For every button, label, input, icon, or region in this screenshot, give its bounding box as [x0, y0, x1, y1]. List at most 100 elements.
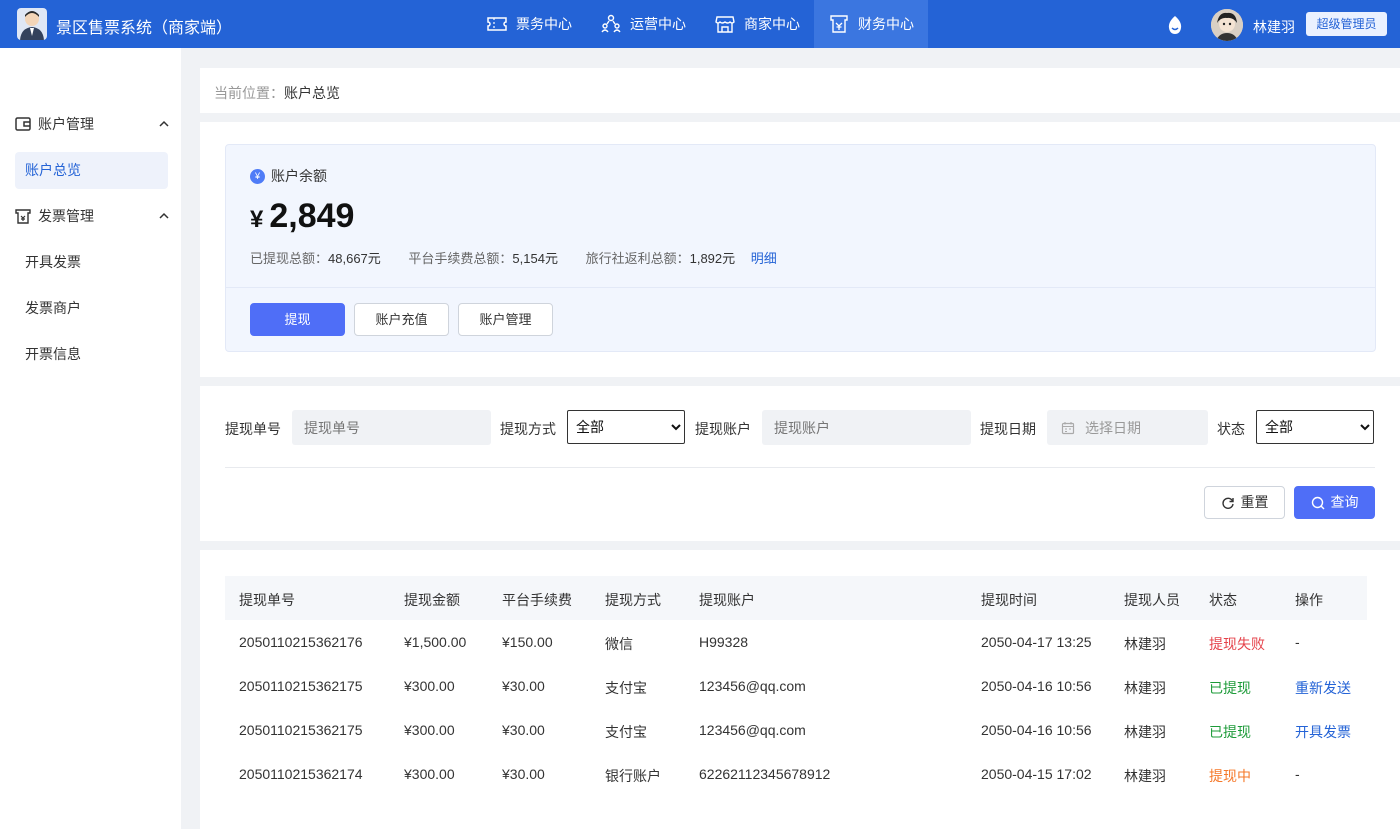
sidebar-item-invoice-info[interactable]: 开票信息 [15, 336, 168, 373]
cell-account: H99328 [699, 634, 749, 650]
rebate-value: 1,892元 [689, 251, 736, 266]
sidebar-item-issue-invoice[interactable]: 开具发票 [15, 244, 168, 281]
column-header: 提现人员 [1124, 592, 1180, 608]
recharge-button[interactable]: 账户充值 [354, 303, 449, 336]
cell-account: 62262112345678912 [699, 766, 831, 782]
cell-method: 微信 [605, 636, 633, 652]
cell-amount: ¥1,500.00 [404, 634, 467, 650]
table-header: 提现单号 提现金额 平台手续费 提现方式 提现账户 提现时间 提现人员 状态 操… [225, 576, 1367, 620]
balance-label: 账户余额 [271, 168, 327, 184]
balance-stats: 已提现总额：48,667元 平台手续费总额：5,154元 旅行社返利总额：1,8… [250, 248, 777, 267]
cell-order-no: 2050110215362175 [239, 678, 363, 694]
cell-order-no: 2050110215362176 [239, 634, 363, 650]
balance-panel: ¥ 账户余额 ¥2,849 已提现总额：48,667元 平台手续费总额：5,15… [225, 144, 1376, 352]
cell-time: 2050-04-15 17:02 [981, 766, 1092, 782]
withdraw-button[interactable]: 提现 [250, 303, 345, 336]
balance-value: 2,849 [269, 197, 355, 235]
balance-amount: ¥2,849 [250, 197, 354, 236]
order-no-label: 提现单号 [225, 421, 281, 437]
cell-operator: 林建羽 [1124, 636, 1166, 652]
date-picker[interactable]: 选择日期 [1047, 410, 1208, 445]
logo-icon [17, 8, 47, 40]
nav-ticket-center[interactable]: 票务中心 [472, 0, 586, 48]
balance-card: ¥ 账户余额 ¥2,849 已提现总额：48,667元 平台手续费总额：5,15… [200, 122, 1400, 377]
sidebar-group-label: 发票管理 [38, 208, 94, 224]
yen-icon: ¥ [250, 168, 265, 184]
account-label: 提现账户 [695, 421, 751, 437]
finance-icon [830, 15, 848, 33]
date-placeholder: 选择日期 [1085, 419, 1141, 436]
method-label: 提现方式 [500, 421, 556, 437]
status-label: 状态 [1217, 421, 1245, 437]
account-manage-button[interactable]: 账户管理 [458, 303, 553, 336]
top-bar: 景区售票系统（商家端） 票务中心 运营中心 商家中心 财务中心 林建羽 超级管理… [0, 0, 1400, 48]
breadcrumb-current: 账户总览 [284, 85, 340, 101]
column-header: 提现方式 [605, 592, 661, 608]
ticket-icon [487, 17, 507, 31]
notification-icon[interactable] [1164, 14, 1186, 36]
fee-label: 平台手续费总额： [408, 251, 513, 266]
column-header: 状态 [1209, 592, 1237, 608]
table-row: 2050110215362176 ¥1,500.00 ¥150.00 微信 H9… [225, 620, 1367, 664]
refresh-icon [1221, 497, 1234, 509]
cell-operator: 林建羽 [1124, 680, 1166, 696]
cell-fee: ¥30.00 [502, 722, 545, 738]
search-icon [1311, 496, 1324, 509]
column-header: 提现单号 [239, 592, 295, 608]
cell-account: 123456@qq.com [699, 722, 806, 738]
nav-merchant-center[interactable]: 商家中心 [700, 0, 814, 48]
cell-account: 123456@qq.com [699, 678, 806, 694]
reset-button[interactable]: 重置 [1204, 486, 1285, 519]
sidebar-group-invoice[interactable]: 发票管理 [14, 204, 174, 228]
filter-card: 提现单号 提现方式 全部 提现账户 提现日期 选择日期 状态 全部 重置 查询 [200, 386, 1400, 541]
sidebar-item-invoice-merchant[interactable]: 发票商户 [15, 290, 168, 327]
nav-finance-center[interactable]: 财务中心 [814, 0, 928, 48]
withdrawn-label: 已提现总额： [250, 251, 329, 266]
avatar[interactable] [1211, 9, 1243, 41]
detail-link[interactable]: 明细 [751, 251, 777, 266]
calendar-icon [1061, 421, 1075, 434]
table-row: 2050110215362175 ¥300.00 ¥30.00 支付宝 1234… [225, 664, 1367, 708]
people-icon [601, 14, 621, 33]
cell-method: 支付宝 [605, 724, 647, 740]
nav-label: 财务中心 [858, 16, 914, 32]
fee-total: 平台手续费总额：5,154元 [408, 251, 558, 266]
sidebar: 账户管理 账户总览 发票管理 开具发票 发票商户 开票信息 [0, 48, 181, 829]
issue-invoice-link[interactable]: 开具发票 [1295, 722, 1351, 742]
chevron-up-icon [159, 120, 169, 127]
cell-amount: ¥300.00 [404, 722, 455, 738]
column-header: 提现账户 [699, 592, 755, 608]
withdrawn-value: 48,667元 [328, 251, 381, 266]
cell-time: 2050-04-17 13:25 [981, 634, 1092, 650]
cell-time: 2050-04-16 10:56 [981, 678, 1092, 694]
query-label: 查询 [1330, 494, 1359, 510]
account-input[interactable] [762, 410, 971, 445]
cell-amount: ¥300.00 [404, 766, 455, 782]
query-button[interactable]: 查询 [1294, 486, 1375, 519]
nav-operations-center[interactable]: 运营中心 [586, 0, 700, 48]
status-select[interactable]: 全部 [1256, 410, 1374, 444]
cell-fee: ¥30.00 [502, 766, 545, 782]
method-select[interactable]: 全部 [567, 410, 685, 444]
sidebar-group-account[interactable]: 账户管理 [14, 112, 174, 136]
column-header: 操作 [1295, 592, 1323, 608]
balance-summary: ¥ 账户余额 ¥2,849 已提现总额：48,667元 平台手续费总额：5,15… [226, 145, 1375, 288]
withdraw-table-card: 提现单号 提现金额 平台手续费 提现方式 提现账户 提现时间 提现人员 状态 操… [200, 550, 1400, 829]
cell-operator: 林建羽 [1124, 724, 1166, 740]
sidebar-item-account-overview[interactable]: 账户总览 [15, 152, 168, 189]
status-badge: 提现失败 [1209, 636, 1265, 652]
cell-amount: ¥300.00 [404, 678, 455, 694]
top-nav: 票务中心 运营中心 商家中心 财务中心 [472, 0, 928, 48]
resend-link[interactable]: 重新发送 [1295, 678, 1351, 698]
nav-label: 商家中心 [744, 16, 800, 32]
cell-action: - [1295, 634, 1300, 650]
invoice-icon [15, 209, 31, 224]
user-name[interactable]: 林建羽 [1253, 17, 1295, 37]
status-badge: 已提现 [1209, 724, 1251, 740]
chevron-up-icon [159, 212, 169, 219]
order-no-input[interactable] [292, 410, 491, 445]
date-label: 提现日期 [980, 421, 1036, 437]
app-title: 景区售票系统（商家端） [56, 20, 233, 37]
breadcrumb-label: 当前位置： [214, 85, 284, 101]
breadcrumb: 当前位置：账户总览 [200, 68, 1400, 113]
